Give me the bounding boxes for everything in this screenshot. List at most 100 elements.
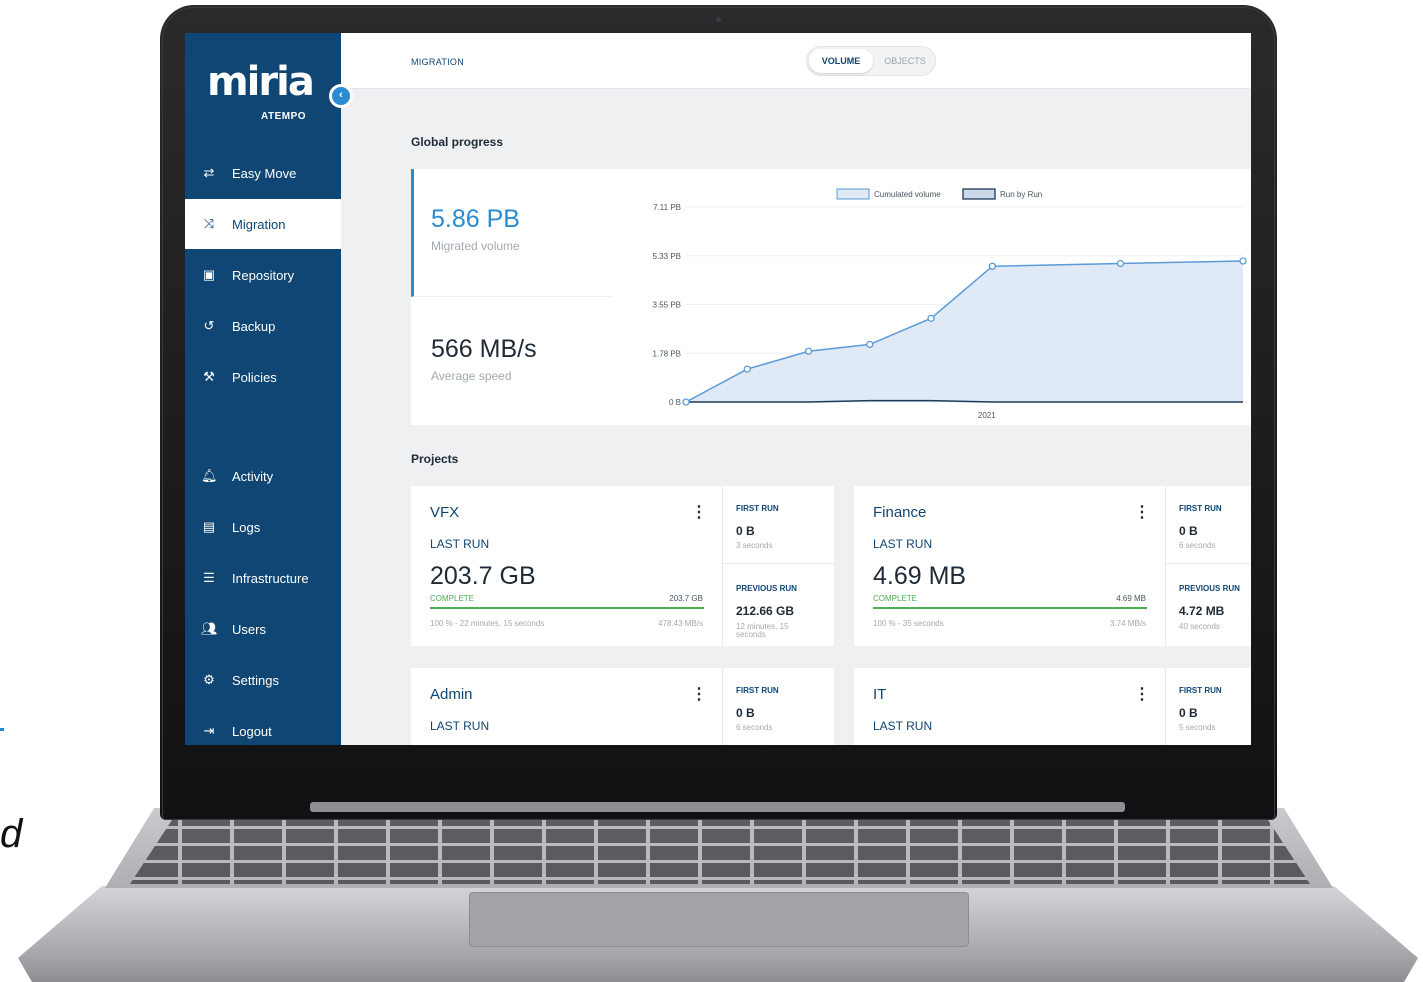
project-card-it[interactable]: IT ⋮ LAST RUN FIRST RUN 0 B 5 seconds <box>854 668 1251 745</box>
more-vertical-icon[interactable]: ⋮ <box>691 502 707 522</box>
project-card-admin[interactable]: Admin ⋮ LAST RUN FIRST RUN 0 B 6 seconds <box>411 668 834 745</box>
progress-info: 100 % - 35 seconds <box>873 619 944 628</box>
first-run-time: 6 seconds <box>736 723 773 732</box>
previous-run-box: PREVIOUS RUN 212.66 GB 12 minutes, 15 se… <box>723 564 834 646</box>
logout-icon: ⇥ <box>203 723 215 738</box>
first-run-time: 6 seconds <box>1179 541 1216 550</box>
more-vertical-icon[interactable]: ⋮ <box>1134 502 1150 522</box>
transfer-speed: 478.43 MB/s <box>658 619 703 628</box>
last-run-label: LAST RUN <box>873 719 933 733</box>
page-fragment-dash <box>0 728 4 731</box>
run-history: FIRST RUN 0 B 5 seconds <box>1166 668 1251 745</box>
y-tick-label: 7.11 PB <box>653 203 681 212</box>
keyboard <box>130 812 1310 884</box>
sidebar-item-repository[interactable]: ▣ Repository <box>185 250 341 300</box>
clipboard-icon: ▤ <box>202 519 216 534</box>
migration-arrows-icon: ⤨ <box>203 216 215 231</box>
project-name: IT <box>873 686 887 703</box>
top-bar: MIGRATION VOLUME OBJECTS <box>341 33 1251 89</box>
transfer-speed: 3.74 MB/s <box>1109 619 1146 628</box>
first-run-title: FIRST RUN <box>736 686 779 695</box>
swap-arrows-icon: ⇄ <box>203 165 215 180</box>
sidebar-item-users[interactable]: 👥︎ Users <box>185 604 341 654</box>
sidebar-item-logs[interactable]: ▤ Logs <box>185 502 341 552</box>
progress-info: 100 % - 22 minutes, 15 seconds <box>430 619 545 628</box>
project-name: Admin <box>430 686 473 703</box>
data-point <box>1116 259 1125 268</box>
toggle-volume[interactable]: VOLUME <box>809 49 873 73</box>
project-name: VFX <box>430 504 460 521</box>
logo-wordmark: miria <box>207 59 315 105</box>
migrated-volume-label: Migrated volume <box>431 239 520 253</box>
project-card-finance[interactable]: Finance ⋮ LAST RUN 4.69 MB COMPLETE 4.69… <box>854 486 1251 646</box>
data-point <box>682 398 690 406</box>
project-summary: IT ⋮ LAST RUN <box>854 668 1166 745</box>
toggle-objects[interactable]: OBJECTS <box>875 49 935 73</box>
end-volume: 203.7 GB <box>669 594 703 603</box>
project-summary: Admin ⋮ LAST RUN <box>411 668 723 745</box>
sidebar-item-easy-move[interactable]: ⇄ Easy Move <box>185 148 341 198</box>
collapse-sidebar-button[interactable]: ‹ <box>329 84 353 108</box>
project-card-vfx[interactable]: VFX ⋮ LAST RUN 203.7 GB COMPLETE 203.7 G… <box>411 486 834 646</box>
sidebar-item-label: Repository <box>232 267 295 283</box>
more-vertical-icon[interactable]: ⋮ <box>1134 684 1150 704</box>
legend-label-run-by-run: Run by Run <box>1000 190 1042 199</box>
previous-run-title: PREVIOUS RUN <box>736 584 797 593</box>
more-vertical-icon[interactable]: ⋮ <box>691 684 707 704</box>
first-run-title: FIRST RUN <box>1179 686 1222 695</box>
breadcrumb: MIGRATION <box>411 57 465 67</box>
last-run-label: LAST RUN <box>430 719 490 733</box>
data-point <box>1239 257 1247 265</box>
data-point <box>743 365 751 373</box>
first-run-title: FIRST RUN <box>736 504 779 513</box>
volume-chart: 0 B 1.78 PB 3.55 PB 5.33 PB 7.11 PB 2021 Cumul… <box>653 188 1247 420</box>
cumulated-area <box>686 261 1243 402</box>
first-run-time: 5 seconds <box>1179 723 1216 732</box>
sidebar-item-backup[interactable]: ↺ Backup <box>185 301 341 351</box>
global-progress-title: Global progress <box>411 135 504 149</box>
previous-run-time: 40 seconds <box>1179 622 1220 631</box>
sidebar-item-logout[interactable]: ⇥ Logout <box>185 706 341 745</box>
migrated-volume-value: 5.86 PB <box>431 205 520 233</box>
first-run-value: 0 B <box>736 524 755 538</box>
volume-objects-toggle: VOLUME OBJECTS <box>806 46 936 76</box>
end-volume: 4.69 MB <box>1116 594 1146 603</box>
run-history: FIRST RUN 0 B 3 seconds PREVIOUS RUN 212… <box>723 486 834 646</box>
server-list-icon: ☰ <box>203 570 215 585</box>
first-run-box: FIRST RUN 0 B 3 seconds <box>723 486 834 564</box>
sidebar-item-label: Logout <box>232 723 272 739</box>
laptop-mockup: d miria ATEMPO ⇄ Easy Move ⤨ Migration ▣… <box>0 0 1423 982</box>
gear-icon: ⚙ <box>203 672 215 687</box>
users-icon: 👥︎ <box>201 621 218 636</box>
global-stats-card: 5.86 PB Migrated volume 566 MB/s Average… <box>411 169 611 425</box>
app-screen: miria ATEMPO ⇄ Easy Move ⤨ Migration ▣ R… <box>185 33 1251 745</box>
sidebar-item-label: Logs <box>232 519 261 535</box>
y-tick-label: 1.78 PB <box>653 349 681 358</box>
project-name: Finance <box>873 504 927 521</box>
project-summary: VFX ⋮ LAST RUN 203.7 GB COMPLETE 203.7 G… <box>411 486 723 646</box>
sidebar-item-policies[interactable]: ⚒ Policies <box>185 352 341 402</box>
gavel-icon: ⚒ <box>203 369 215 384</box>
progress-bar <box>873 607 1147 609</box>
sidebar-item-migration[interactable]: ⤨ Migration <box>185 199 341 249</box>
last-run-volume: 203.7 GB <box>430 562 536 590</box>
previous-run-time: 12 minutes, 15 seconds <box>736 622 789 639</box>
average-speed-label: Average speed <box>431 369 512 383</box>
bell-icon: 🔔︎ <box>201 468 218 483</box>
run-history: FIRST RUN 0 B 6 seconds PREVIOUS RUN 4.7… <box>1166 486 1251 646</box>
sidebar-item-label: Settings <box>232 672 279 688</box>
sidebar-item-infrastructure[interactable]: ☰ Infrastructure <box>185 553 341 603</box>
average-speed-value: 566 MB/s <box>431 335 537 363</box>
legend-swatch-run-by-run <box>962 188 996 200</box>
volume-chart-card: 0 B 1.78 PB 3.55 PB 5.33 PB 7.11 PB 2021 Cumul… <box>611 169 1251 425</box>
sidebar-item-activity[interactable]: 🔔︎ Activity <box>185 451 341 501</box>
project-summary: Finance ⋮ LAST RUN 4.69 MB COMPLETE 4.69… <box>854 486 1166 646</box>
last-run-volume: 4.69 MB <box>873 562 967 590</box>
first-run-value: 0 B <box>736 706 755 720</box>
sidebar-item-settings[interactable]: ⚙ Settings <box>185 655 341 705</box>
first-run-box: FIRST RUN 0 B 5 seconds <box>1166 668 1251 745</box>
previous-run-value: 4.72 MB <box>1179 604 1225 618</box>
status-label: COMPLETE <box>873 594 918 603</box>
trackpad <box>469 892 969 947</box>
backup-history-icon: ↺ <box>203 318 215 333</box>
